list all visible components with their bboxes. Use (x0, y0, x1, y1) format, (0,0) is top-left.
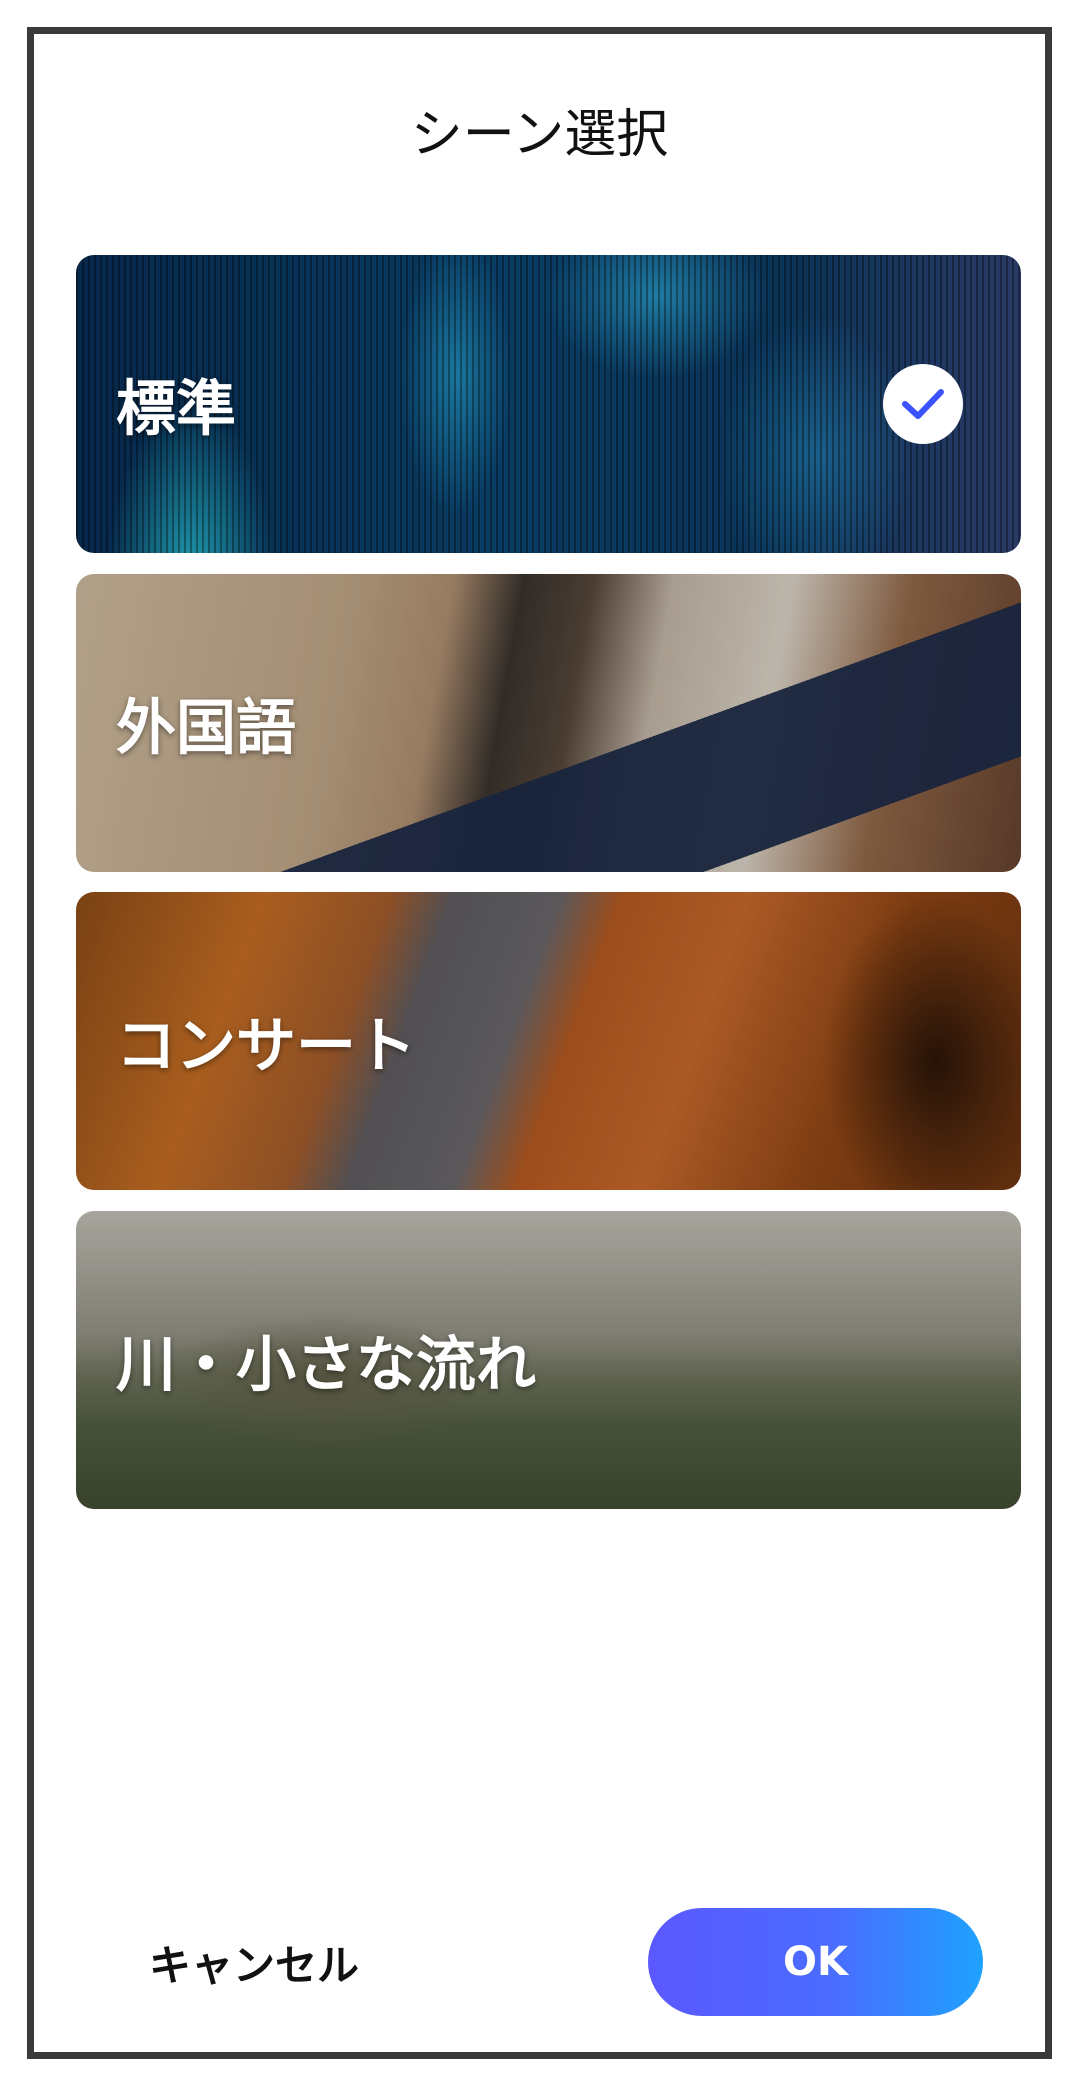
scene-card-river[interactable]: 川・小さな流れ (76, 1211, 1021, 1509)
cancel-button[interactable]: キャンセル (144, 1932, 364, 1992)
scene-card-concert[interactable]: コンサート (76, 892, 1021, 1190)
scene-label: 川・小さな流れ (116, 1330, 536, 1401)
scene-label: 外国語 (116, 693, 296, 764)
scene-card-standard[interactable]: 標準 (76, 255, 1021, 553)
selected-check-icon (883, 364, 963, 444)
scene-select-dialog: シーン選択 標準 外国語 コンサート 川・小さな流れ キャンセル OK (27, 27, 1052, 2059)
scene-label: 標準 (116, 374, 236, 445)
scene-label: コンサート (116, 1011, 416, 1082)
ok-button[interactable]: OK (648, 1908, 983, 2016)
scene-card-foreign-language[interactable]: 外国語 (76, 574, 1021, 872)
dialog-title: シーン選択 (410, 105, 669, 165)
